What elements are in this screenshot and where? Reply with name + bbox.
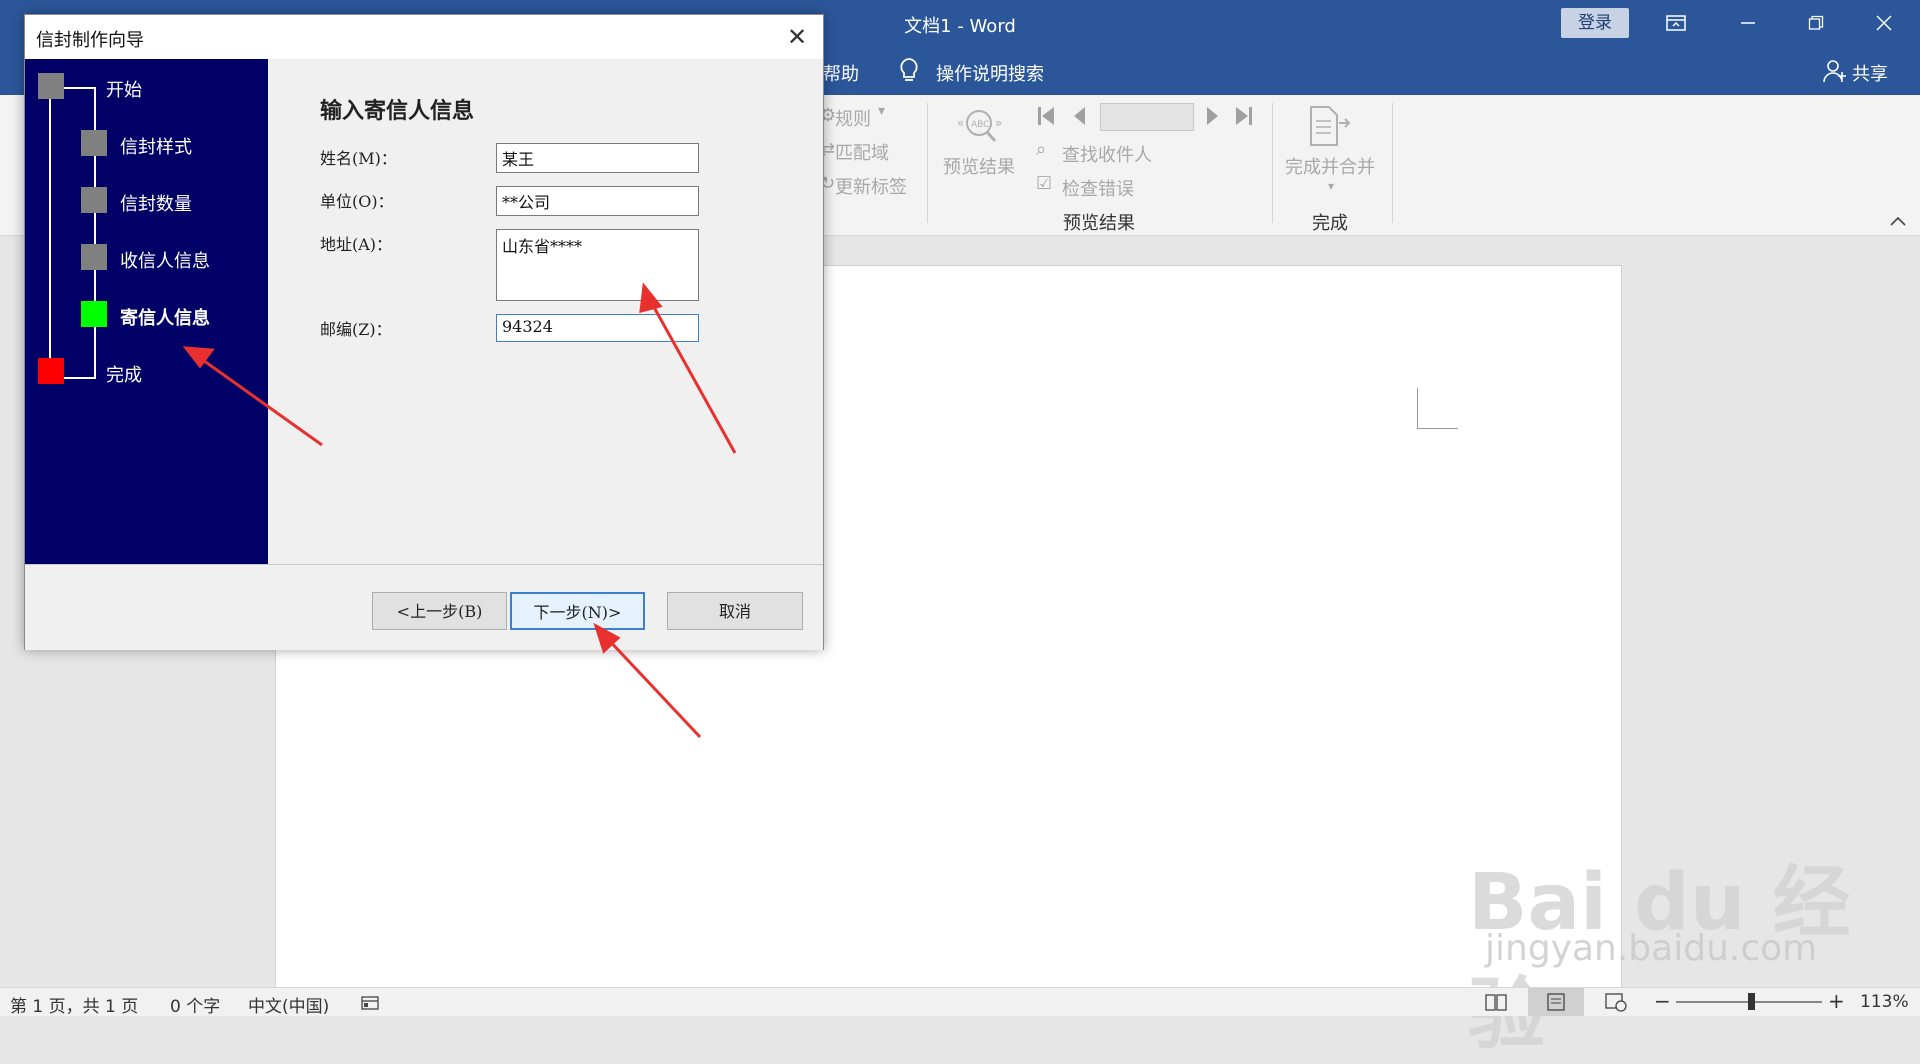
arrow-to-sender-step	[182, 346, 323, 447]
annotation-arrows	[182, 282, 737, 739]
arrow-to-address-field	[639, 282, 737, 454]
arrow-to-next-button	[593, 622, 702, 739]
